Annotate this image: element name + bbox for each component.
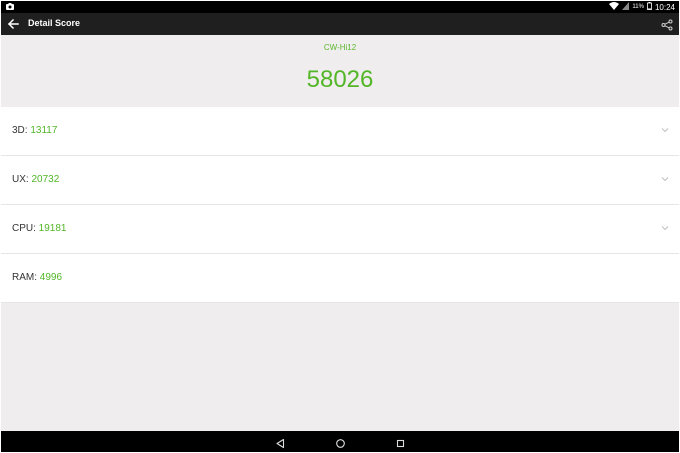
- share-icon: [661, 19, 673, 31]
- app-bar: Detail Score: [1, 13, 679, 35]
- device-name: CW-Hi12: [323, 43, 357, 52]
- nav-home-button[interactable]: [335, 436, 346, 448]
- score-label: 3D:: [12, 125, 31, 136]
- page-title: Detail Score: [28, 18, 81, 28]
- battery-icon: [647, 2, 652, 12]
- status-indicators: 11% 10:24: [609, 2, 675, 12]
- triangle-back-icon: [276, 438, 285, 449]
- nav-back-button[interactable]: [275, 436, 286, 449]
- score-label: CPU:: [12, 223, 39, 234]
- no-sim-icon: [622, 2, 630, 12]
- score-list: 3D: 13117 UX: 20732 CPU: 19181 RAM: 4996: [1, 107, 679, 303]
- total-score: 58026: [306, 66, 374, 93]
- score-row-ram: RAM: 4996: [1, 254, 679, 303]
- score-value: 19181: [38, 223, 67, 234]
- arrow-left-icon: [7, 18, 19, 30]
- nav-recents-button[interactable]: [395, 436, 406, 448]
- circle-home-icon: [336, 439, 345, 448]
- score-label: UX:: [12, 174, 32, 185]
- score-row-ux[interactable]: UX: 20732: [1, 156, 679, 205]
- share-button[interactable]: [661, 18, 673, 31]
- score-value: 4996: [39, 272, 63, 283]
- score-value: 20732: [31, 174, 60, 185]
- status-bar: 11% 10:24: [1, 1, 679, 13]
- score-label: RAM:: [12, 272, 40, 283]
- battery-percent: 11%: [632, 4, 644, 10]
- score-row-3d[interactable]: 3D: 13117: [1, 107, 679, 156]
- back-button[interactable]: [6, 17, 20, 31]
- score-row-cpu[interactable]: CPU: 19181: [1, 205, 679, 254]
- navigation-bar: [1, 431, 679, 452]
- clock: 10:24: [654, 2, 675, 12]
- chevron-down-icon: [661, 128, 669, 133]
- chevron-down-icon: [661, 177, 669, 182]
- camera-notification-icon: [6, 3, 14, 12]
- wifi-icon: [609, 2, 620, 12]
- square-recents-icon: [396, 439, 405, 448]
- chevron-down-icon: [661, 226, 669, 231]
- app-window: 11% 10:24 Detail Score CW-Hi12 58026 3D:…: [1, 1, 679, 452]
- score-value: 13117: [30, 125, 58, 136]
